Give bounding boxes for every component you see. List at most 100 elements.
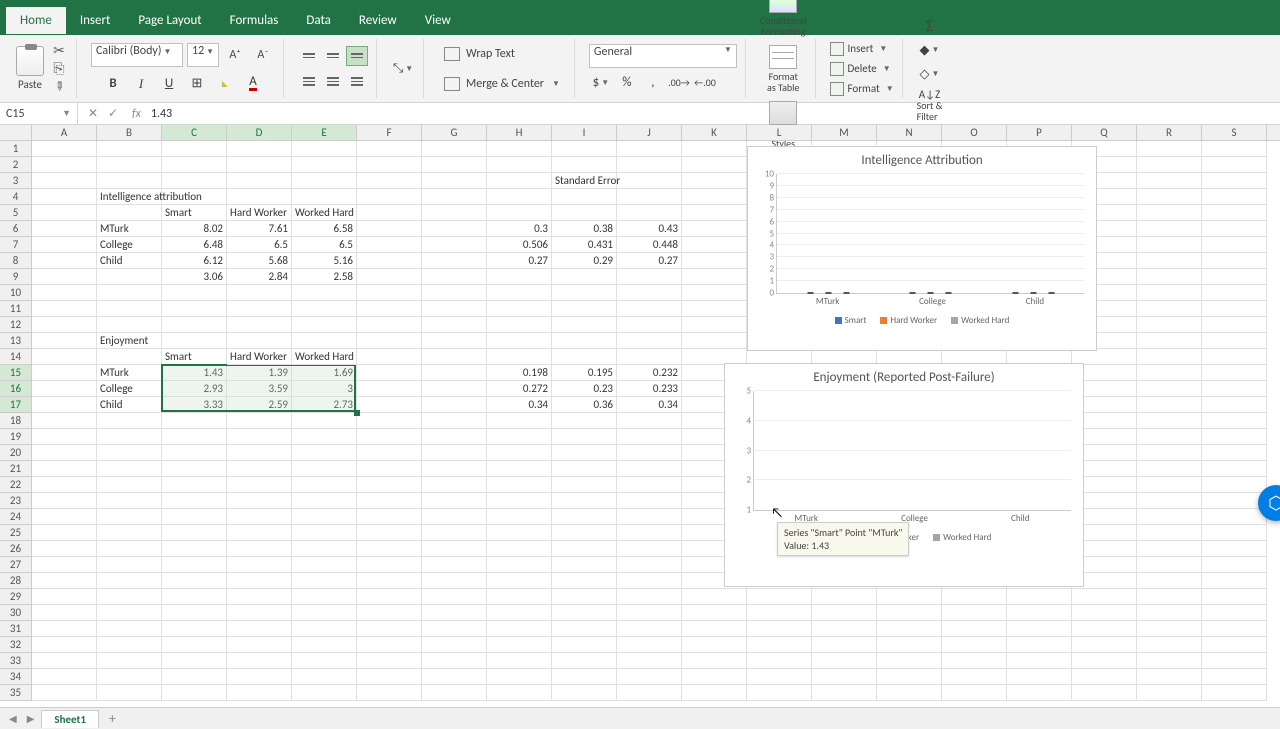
copy-button[interactable]	[50, 62, 68, 76]
delete-cells-button[interactable]: Delete▼	[830, 60, 894, 78]
cell-E9[interactable]: 2.58	[292, 269, 357, 285]
row-header-1[interactable]: 1	[0, 141, 31, 157]
format-painter-button[interactable]	[50, 80, 68, 94]
cell-I6[interactable]: 0.38	[552, 221, 617, 237]
column-header-J[interactable]: J	[617, 125, 682, 140]
align-left[interactable]	[298, 72, 320, 92]
decrease-decimal-button[interactable]: ←.00	[693, 72, 717, 94]
cell-E14[interactable]: Worked Hard	[292, 349, 357, 365]
tab-page-layout[interactable]: Page Layout	[124, 7, 215, 34]
wrap-text-button[interactable]: Wrap Text	[438, 42, 566, 66]
cell-E6[interactable]: 6.58	[292, 221, 357, 237]
row-header-7[interactable]: 7	[0, 237, 31, 253]
decrease-font-button[interactable]	[251, 44, 275, 66]
format-as-table-button[interactable]: Format as Table	[767, 45, 799, 93]
row-header-13[interactable]: 13	[0, 333, 31, 349]
comma-button[interactable]: ,	[641, 72, 665, 94]
cell-H8[interactable]: 0.27	[487, 253, 552, 269]
cell-B6[interactable]: MTurk	[97, 221, 162, 237]
cell-B15[interactable]: MTurk	[97, 365, 162, 381]
align-bottom[interactable]	[346, 46, 368, 66]
cell-C8[interactable]: 6.12	[162, 253, 227, 269]
insert-cells-button[interactable]: Insert▼	[830, 40, 894, 58]
cell-C6[interactable]: 8.02	[162, 221, 227, 237]
prev-sheet-button[interactable]: ◀	[6, 712, 20, 725]
name-box[interactable]: C15 ▼	[0, 103, 78, 124]
clear-button[interactable]: ◇▼	[918, 63, 942, 85]
row-header-33[interactable]: 33	[0, 653, 31, 669]
cell-D9[interactable]: 2.84	[227, 269, 292, 285]
tab-review[interactable]: Review	[345, 7, 411, 34]
cell-E15[interactable]: 1.69	[292, 365, 357, 381]
underline-button[interactable]: U	[157, 73, 181, 95]
column-header-A[interactable]: A	[32, 125, 97, 140]
column-header-K[interactable]: K	[682, 125, 747, 140]
cell-I15[interactable]: 0.195	[552, 365, 617, 381]
row-header-16[interactable]: 16	[0, 381, 31, 397]
column-header-O[interactable]: O	[942, 125, 1007, 140]
cell-B16[interactable]: College	[97, 381, 162, 397]
cell-J16[interactable]: 0.233	[617, 381, 682, 397]
cell-I8[interactable]: 0.29	[552, 253, 617, 269]
cell-E5[interactable]: Worked Hard	[292, 205, 357, 221]
row-header-32[interactable]: 32	[0, 637, 31, 653]
row-header-12[interactable]: 12	[0, 317, 31, 333]
cell-D17[interactable]: 2.59	[227, 397, 292, 413]
percent-button[interactable]: %	[615, 72, 639, 94]
cell-J6[interactable]: 0.43	[617, 221, 682, 237]
row-header-20[interactable]: 20	[0, 445, 31, 461]
accept-formula-button[interactable]: ✓	[104, 106, 122, 121]
borders-button[interactable]	[185, 73, 209, 95]
row-header-30[interactable]: 30	[0, 605, 31, 621]
tab-data[interactable]: Data	[292, 7, 345, 34]
cell-B4[interactable]: Intelligence attribution	[97, 189, 162, 205]
cell-C15[interactable]: 1.43	[162, 365, 227, 381]
column-header-P[interactable]: P	[1007, 125, 1072, 140]
increase-decimal-button[interactable]: .00→	[667, 72, 691, 94]
row-header-26[interactable]: 26	[0, 541, 31, 557]
cell-C16[interactable]: 2.93	[162, 381, 227, 397]
row-header-19[interactable]: 19	[0, 429, 31, 445]
cell-J8[interactable]: 0.27	[617, 253, 682, 269]
cell-J7[interactable]: 0.448	[617, 237, 682, 253]
cell-J15[interactable]: 0.232	[617, 365, 682, 381]
chart-intelligence-attribution[interactable]: Intelligence Attribution 012345678910 MT…	[747, 146, 1097, 351]
cell-C5[interactable]: Smart	[162, 205, 227, 221]
fill-button[interactable]: ◆▼	[918, 39, 942, 61]
column-header-N[interactable]: N	[877, 125, 942, 140]
row-header-9[interactable]: 9	[0, 269, 31, 285]
cell-D16[interactable]: 3.59	[227, 381, 292, 397]
cell-C9[interactable]: 3.06	[162, 269, 227, 285]
align-right[interactable]	[346, 72, 368, 92]
cancel-formula-button[interactable]: ✕	[84, 106, 102, 121]
italic-button[interactable]: I	[129, 73, 153, 95]
cell-I17[interactable]: 0.36	[552, 397, 617, 413]
column-header-L[interactable]: L	[747, 125, 812, 140]
cell-H7[interactable]: 0.506	[487, 237, 552, 253]
cell-I3[interactable]: Standard Error	[552, 173, 617, 189]
column-header-M[interactable]: M	[812, 125, 877, 140]
cell-D8[interactable]: 5.68	[227, 253, 292, 269]
row-header-10[interactable]: 10	[0, 285, 31, 301]
cell-C17[interactable]: 3.33	[162, 397, 227, 413]
cell-H15[interactable]: 0.198	[487, 365, 552, 381]
column-header-G[interactable]: G	[422, 125, 487, 140]
cell-B7[interactable]: College	[97, 237, 162, 253]
row-header-28[interactable]: 28	[0, 573, 31, 589]
row-header-27[interactable]: 27	[0, 557, 31, 573]
tab-formulas[interactable]: Formulas	[216, 7, 293, 34]
row-header-25[interactable]: 25	[0, 525, 31, 541]
row-header-8[interactable]: 8	[0, 253, 31, 269]
currency-button[interactable]: $▼	[589, 72, 613, 94]
cell-E7[interactable]: 6.5	[292, 237, 357, 253]
next-sheet-button[interactable]: ▶	[24, 712, 38, 725]
format-cells-button[interactable]: Format▼	[830, 80, 894, 98]
row-header-24[interactable]: 24	[0, 509, 31, 525]
add-sheet-button[interactable]: +	[103, 710, 122, 727]
column-header-B[interactable]: B	[97, 125, 162, 140]
row-header-4[interactable]: 4	[0, 189, 31, 205]
tab-home[interactable]: Home	[6, 7, 66, 34]
row-header-18[interactable]: 18	[0, 413, 31, 429]
column-header-D[interactable]: D	[227, 125, 292, 140]
cell-H6[interactable]: 0.3	[487, 221, 552, 237]
